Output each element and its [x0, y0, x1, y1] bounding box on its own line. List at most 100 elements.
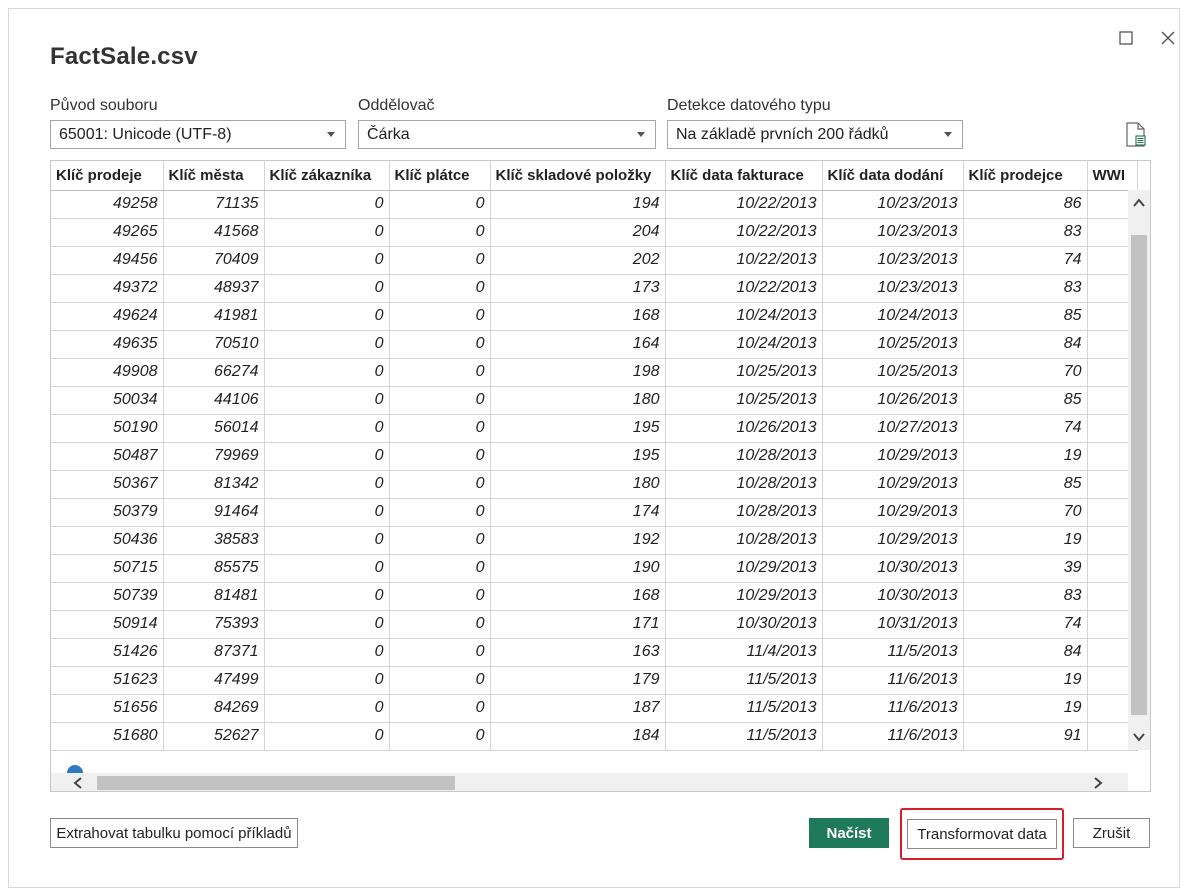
table-cell: 10/24/2013: [822, 302, 964, 331]
table-row: 49265 41568 0 0 204 10/22/2013 10/23/2013 83: [51, 218, 1138, 247]
table-cell: 0: [389, 554, 491, 583]
table-cell: 19: [963, 442, 1088, 471]
table-cell: 10/22/2013: [665, 190, 823, 219]
table-cell: 70: [963, 358, 1088, 387]
table-cell: 0: [389, 470, 491, 499]
close-button[interactable]: [1153, 23, 1183, 53]
table-cell: 10/25/2013: [822, 358, 964, 387]
column-header[interactable]: Klíč zákazníka: [264, 161, 390, 191]
table-cell: 0: [264, 498, 390, 527]
vertical-scroll-thumb[interactable]: [1131, 235, 1147, 715]
type-detection-select[interactable]: Na základě prvních 200 řádků: [667, 120, 963, 149]
table-cell: 187: [490, 694, 666, 723]
cancel-button[interactable]: Zrušit: [1073, 818, 1150, 848]
transform-data-button[interactable]: Transformovat data: [907, 819, 1057, 849]
table-cell: 75393: [163, 610, 265, 639]
table-cell: 50034: [51, 386, 164, 415]
table-cell: 0: [389, 610, 491, 639]
table-cell: 0: [264, 666, 390, 695]
column-header[interactable]: Klíč prodeje: [51, 161, 164, 191]
chevron-down-icon[interactable]: [1132, 730, 1146, 744]
file-settings-icon[interactable]: [1125, 122, 1147, 148]
table-row: 50739 81481 0 0 168 10/29/2013 10/30/2013 83: [51, 582, 1138, 611]
table-cell: 163: [490, 638, 666, 667]
load-button[interactable]: Načíst: [809, 818, 889, 848]
dialog-title: FactSale.csv: [50, 43, 198, 70]
table-cell: 0: [264, 386, 390, 415]
table-cell: 49456: [51, 246, 164, 275]
horizontal-scrollbar[interactable]: [51, 773, 1128, 791]
table-cell: 11/4/2013: [665, 638, 823, 667]
horizontal-scroll-thumb[interactable]: [97, 776, 455, 790]
chevron-up-icon[interactable]: [1132, 196, 1146, 210]
table-cell: 184: [490, 722, 666, 751]
table-row: 50367 81342 0 0 180 10/28/2013 10/29/2013 85: [51, 470, 1138, 499]
file-origin-select[interactable]: 65001: Unicode (UTF-8): [50, 120, 346, 149]
table-cell: 41568: [163, 218, 265, 247]
table-cell: 11/5/2013: [665, 722, 823, 751]
table-cell: 70: [963, 498, 1088, 527]
table-cell: 0: [389, 274, 491, 303]
table-cell: 10/29/2013: [665, 582, 823, 611]
table-cell: 10/22/2013: [665, 274, 823, 303]
table-cell: 168: [490, 582, 666, 611]
delimiter-select[interactable]: Čárka: [358, 120, 656, 149]
column-header[interactable]: Klíč města: [163, 161, 265, 191]
table-cell: 10/31/2013: [822, 610, 964, 639]
table-cell: 10/30/2013: [822, 554, 964, 583]
table-cell: 91464: [163, 498, 265, 527]
table-cell: 0: [389, 498, 491, 527]
table-cell: 10/25/2013: [665, 358, 823, 387]
table-cell: 50739: [51, 582, 164, 611]
file-origin-label: Původ souboru: [50, 97, 158, 114]
table-cell: 174: [490, 498, 666, 527]
column-header[interactable]: Klíč prodejce: [963, 161, 1088, 191]
table-cell: 195: [490, 414, 666, 443]
table-cell: 0: [389, 722, 491, 751]
table-cell: 50367: [51, 470, 164, 499]
column-header[interactable]: Klíč data dodání: [822, 161, 964, 191]
table-cell: 10/28/2013: [665, 498, 823, 527]
table-row: 49908 66274 0 0 198 10/25/2013 10/25/2013 70: [51, 358, 1138, 387]
extract-table-button[interactable]: Extrahovat tabulku pomocí příkladů: [50, 818, 298, 848]
maximize-icon: [1119, 31, 1133, 45]
delimiter-value: Čárka: [367, 125, 410, 143]
table-row: 51426 87371 0 0 163 11/4/2013 11/5/2013 84: [51, 638, 1138, 667]
table-cell: 10/29/2013: [822, 442, 964, 471]
type-detection-label: Detekce datového typu: [667, 97, 831, 114]
chevron-left-icon[interactable]: [71, 776, 85, 790]
column-header[interactable]: Klíč plátce: [389, 161, 491, 191]
table-cell: 41981: [163, 302, 265, 331]
table-cell: 0: [264, 190, 390, 219]
table-cell: 0: [264, 442, 390, 471]
table-cell: 10/25/2013: [822, 330, 964, 359]
vertical-scrollbar[interactable]: [1128, 190, 1150, 750]
table-row: 50436 38583 0 0 192 10/28/2013 10/29/2013 19: [51, 526, 1138, 555]
column-header[interactable]: WWI: [1087, 161, 1138, 191]
table-row: 49456 70409 0 0 202 10/22/2013 10/23/2013 74: [51, 246, 1138, 275]
table-cell: 83: [963, 274, 1088, 303]
table-cell: 11/6/2013: [822, 666, 964, 695]
table-cell: 70510: [163, 330, 265, 359]
table-cell: 173: [490, 274, 666, 303]
table-cell: 10/22/2013: [665, 218, 823, 247]
table-cell: 0: [389, 694, 491, 723]
table-cell: 84269: [163, 694, 265, 723]
table-cell: 11/5/2013: [822, 638, 964, 667]
column-header[interactable]: Klíč data fakturace: [665, 161, 823, 191]
table-cell: 74: [963, 414, 1088, 443]
table-cell: 0: [389, 666, 491, 695]
table-row: 50715 85575 0 0 190 10/29/2013 10/30/2013 39: [51, 554, 1138, 583]
table-row: 50379 91464 0 0 174 10/28/2013 10/29/2013 70: [51, 498, 1138, 527]
maximize-button[interactable]: [1111, 23, 1141, 53]
table-cell: 10/28/2013: [665, 470, 823, 499]
table-cell: 0: [389, 638, 491, 667]
table-cell: 0: [264, 694, 390, 723]
table-row: 49258 71135 0 0 194 10/22/2013 10/23/2013 86: [51, 190, 1138, 219]
column-header[interactable]: Klíč skladové položky: [490, 161, 666, 191]
chevron-right-icon[interactable]: [1091, 776, 1105, 790]
dialog-window: FactSale.csv Původ souboru 65001: Unicod…: [8, 8, 1180, 888]
table-cell: 11/5/2013: [665, 694, 823, 723]
table-cell: 47499: [163, 666, 265, 695]
table-cell: 192: [490, 526, 666, 555]
